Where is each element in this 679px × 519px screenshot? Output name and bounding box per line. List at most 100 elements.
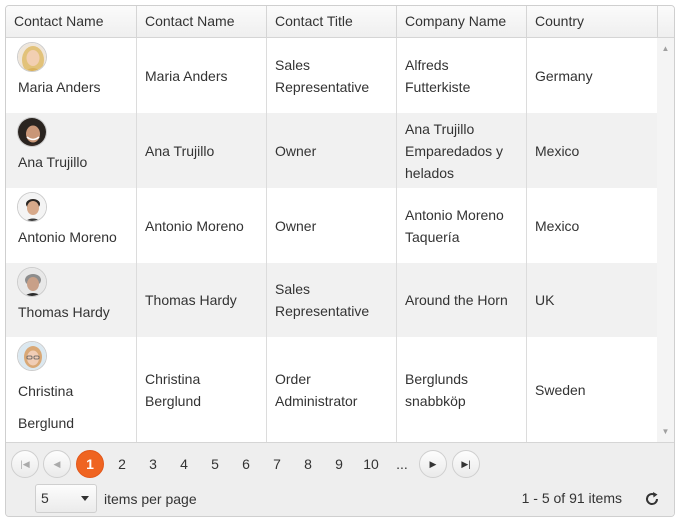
contact-name-cell: Thomas Hardy <box>137 263 267 337</box>
photo-cell: Maria Anders <box>6 38 137 113</box>
company-name-line: Taquería <box>405 228 460 245</box>
country-cell: UK <box>527 263 657 337</box>
contact-title-cell: Owner <box>267 113 397 188</box>
last-page-icon[interactable]: ▶| <box>452 450 480 478</box>
contact-name-cell: Christina Berglund <box>137 337 267 442</box>
photo-contact-name-line: Christina <box>18 383 74 399</box>
page-button-6[interactable]: 6 <box>232 450 260 478</box>
country: Sweden <box>535 381 586 398</box>
contact-name: Maria Anders <box>145 67 228 84</box>
page-button-10[interactable]: 10 <box>354 450 388 478</box>
photo-cell: Ana Trujillo <box>6 113 137 188</box>
photo-contact-name: Christina Berglund <box>18 375 74 439</box>
first-page-icon[interactable]: |◀ <box>11 450 39 478</box>
header-scrollbar-spacer <box>658 6 674 37</box>
country: Germany <box>535 67 593 84</box>
company-name-cell: Ana Trujillo Emparedados y helados <box>397 113 527 188</box>
photo-cell: Thomas Hardy <box>6 263 137 337</box>
contact-title-cell: Sales Representative <box>267 263 397 337</box>
table-row[interactable]: Maria Anders Maria Anders Sales Represent… <box>6 38 657 113</box>
contact-title-line: Sales <box>275 56 311 73</box>
country-cell: Germany <box>527 38 657 113</box>
contact-name-cell: Maria Anders <box>137 38 267 113</box>
photo-contact-name: Antonio Moreno <box>18 229 117 245</box>
company-name-line: Emparedados y <box>405 142 504 159</box>
chevron-down-icon <box>81 496 89 501</box>
prev-page-icon[interactable]: ◀ <box>43 450 71 478</box>
page-button-2[interactable]: 2 <box>108 450 136 478</box>
country: Mexico <box>535 217 580 234</box>
page-button-3[interactable]: 3 <box>139 450 167 478</box>
country: Mexico <box>535 142 580 159</box>
company-name-line: Ana Trujillo <box>405 120 475 137</box>
table-row[interactable]: Thomas Hardy Thomas Hardy Sales Represent… <box>6 263 657 337</box>
country-cell: Mexico <box>527 113 657 188</box>
page-button-4[interactable]: 4 <box>170 450 198 478</box>
avatar-grey-hair-man-icon <box>17 267 47 297</box>
contact-title-cell: Owner <box>267 188 397 263</box>
country-cell: Mexico <box>527 188 657 263</box>
photo-cell: Christina Berglund <box>6 337 137 442</box>
column-header-contact-name[interactable]: Contact Name <box>137 6 267 37</box>
table-row[interactable]: Antonio Moreno Antonio Moreno Owner Anto… <box>6 188 657 263</box>
next-page-icon[interactable]: ▶ <box>419 450 447 478</box>
scroll-down-arrow-icon[interactable]: ▼ <box>657 423 674 440</box>
page-button-more[interactable]: ... <box>388 450 416 478</box>
photo-contact-name: Thomas Hardy <box>18 304 110 320</box>
column-header-country[interactable]: Country <box>527 6 658 37</box>
page-size-value: 5 <box>41 490 49 506</box>
contact-title-line: Owner <box>275 142 317 159</box>
photo-contact-name: Maria Anders <box>18 79 101 95</box>
company-name-line: Antonio Moreno <box>405 206 504 223</box>
contact-name-cell: Ana Trujillo <box>137 113 267 188</box>
company-name-line: snabbköp <box>405 392 466 409</box>
table-row[interactable]: Christina Berglund Christina Berglund Orde… <box>6 337 657 442</box>
grid-body: Maria Anders Maria Anders Sales Represent… <box>6 38 674 442</box>
scroll-up-arrow-icon[interactable]: ▲ <box>657 40 674 57</box>
contact-name-cell: Antonio Moreno <box>137 188 267 263</box>
company-name-line: Around the Horn <box>405 292 508 308</box>
table-row[interactable]: Ana Trujillo Ana Trujillo Owner Ana Truj… <box>6 113 657 188</box>
contact-title-line: Representative <box>275 78 370 95</box>
company-name-line: Berglunds <box>405 370 469 387</box>
page-size-select[interactable]: 5 <box>35 484 97 513</box>
country: UK <box>535 292 555 308</box>
company-name-cell: Berglunds snabbköp <box>397 337 527 442</box>
contact-title-line: Order <box>275 370 311 387</box>
contact-title-line: Owner <box>275 217 317 234</box>
grid-header: Contact Name Contact Name Contact Title … <box>6 6 674 38</box>
contact-title-cell: Sales Representative <box>267 38 397 113</box>
contact-name: Ana Trujillo <box>145 142 215 159</box>
column-header-photo-contact-name[interactable]: Contact Name <box>6 6 137 37</box>
page-button-1[interactable]: 1 <box>76 450 104 478</box>
page-button-9[interactable]: 9 <box>325 450 353 478</box>
contact-name: Thomas Hardy <box>145 292 237 308</box>
contact-title-cell: Order Administrator <box>267 337 397 442</box>
column-header-contact-title[interactable]: Contact Title <box>267 6 397 37</box>
contact-name: Antonio Moreno <box>145 217 244 234</box>
contact-title-line: Representative <box>275 303 370 319</box>
vertical-scrollbar[interactable]: ▲ ▼ <box>657 38 674 442</box>
company-name-line: Futterkiste <box>405 78 471 95</box>
photo-cell: Antonio Moreno <box>6 188 137 263</box>
avatar-glasses-woman-icon <box>17 341 47 371</box>
photo-contact-name: Ana Trujillo <box>18 154 88 170</box>
company-name-cell: Antonio Moreno Taquería <box>397 188 527 263</box>
page-button-5[interactable]: 5 <box>201 450 229 478</box>
company-name-line: helados <box>405 164 455 181</box>
avatar-man-icon <box>17 192 47 222</box>
refresh-icon[interactable] <box>643 490 661 508</box>
pager: |◀ ◀ 1 2 3 4 5 6 7 8 9 10 ... ▶ ▶| 5 ite… <box>6 442 674 516</box>
contact-title-line: Administrator <box>275 392 358 409</box>
avatar-blonde-woman-icon <box>17 42 47 72</box>
pager-info: 1 - 5 of 91 items <box>521 490 622 506</box>
page-button-7[interactable]: 7 <box>263 450 291 478</box>
company-name-cell: Alfreds Futterkiste <box>397 38 527 113</box>
country-cell: Sweden <box>527 337 657 442</box>
avatar-dark-hair-woman-icon <box>17 117 47 147</box>
company-name-cell: Around the Horn <box>397 263 527 337</box>
contact-name-line: Christina <box>145 370 201 387</box>
contact-title-line: Sales <box>275 281 311 297</box>
page-button-8[interactable]: 8 <box>294 450 322 478</box>
column-header-company-name[interactable]: Company Name <box>397 6 527 37</box>
